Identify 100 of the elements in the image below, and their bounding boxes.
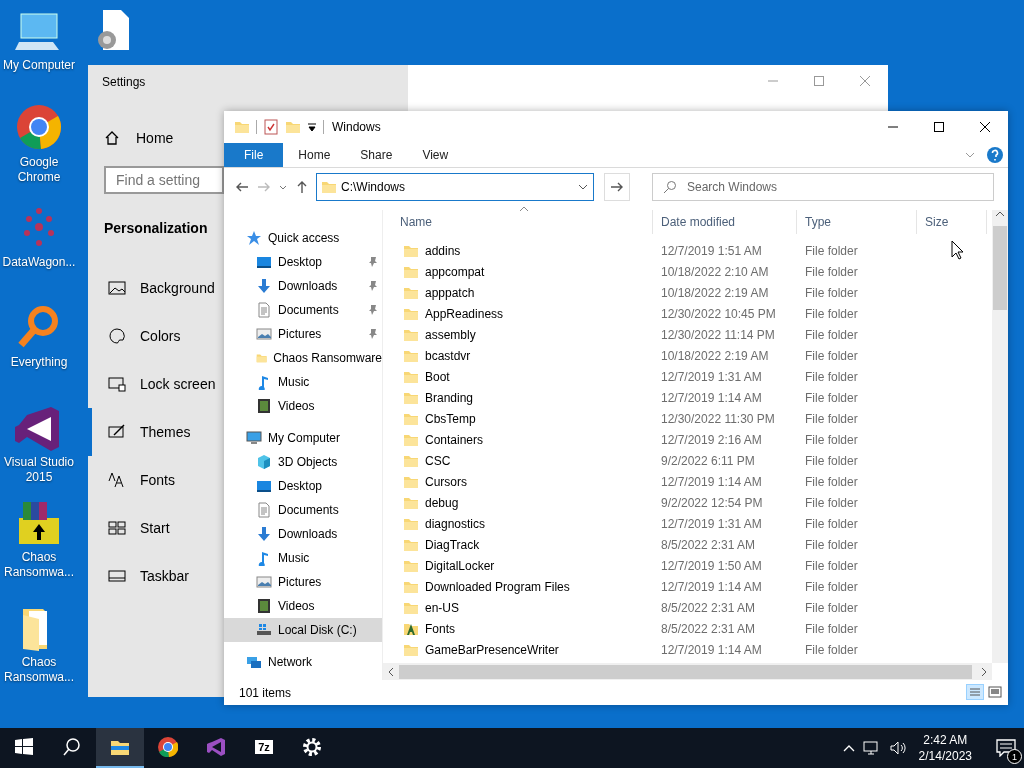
nav-item[interactable]: Desktop (224, 250, 382, 274)
help-icon[interactable] (986, 146, 1004, 164)
window-title: Windows (332, 120, 381, 134)
file-name[interactable]: AppReadiness (383, 305, 653, 322)
column-header[interactable]: Date modified (653, 210, 797, 234)
document-icon (256, 302, 272, 318)
nav-item[interactable]: Local Disk (C:) (224, 618, 382, 642)
ribbon-tab[interactable]: View (407, 143, 464, 167)
file-type: File folder (804, 621, 859, 636)
file-name[interactable]: Branding (383, 389, 653, 406)
nav-item[interactable]: Pictures (224, 570, 382, 594)
file-name[interactable]: Boot (383, 368, 653, 385)
cursor-icon (951, 240, 965, 260)
nav-item[interactable]: 3D Objects (224, 450, 382, 474)
nav-item[interactable]: Music (224, 370, 382, 394)
file-type: File folder (804, 285, 859, 300)
taskbar-button[interactable]: 7z (240, 728, 288, 768)
file-type: File folder (804, 558, 859, 573)
nav-item[interactable]: Network (224, 650, 382, 674)
file-date: 9/2/2022 6:11 PM (660, 453, 756, 468)
search-field[interactable]: Search Windows (652, 173, 994, 201)
document-icon (256, 502, 272, 518)
settings-nav-item[interactable]: Lock screen (88, 360, 224, 408)
file-date: 12/7/2019 1:50 AM (660, 558, 763, 573)
window-title: Settings (101, 74, 147, 91)
ribbon-tab[interactable]: Home (283, 143, 346, 167)
settings-nav-item[interactable]: Fonts (88, 456, 224, 504)
notification-badge: 1 (1007, 749, 1022, 764)
nav-item[interactable]: Desktop (224, 474, 382, 498)
infinity-logo-icon (206, 737, 226, 757)
file-name[interactable]: apppatch (383, 284, 653, 301)
home-link[interactable]: Home (104, 130, 224, 146)
file-name[interactable]: assembly (383, 326, 653, 343)
desktop-icon-label: Google Chrome (16, 155, 62, 185)
ribbon-tab[interactable]: File (224, 143, 284, 167)
file-name[interactable]: Containers (383, 431, 653, 448)
settings-nav-item[interactable]: Background (88, 264, 224, 312)
nav-item[interactable]: Documents (224, 498, 382, 522)
nav-item[interactable]: Pictures (224, 322, 382, 346)
speaker-icon[interactable] (888, 740, 907, 756)
file-date: 8/5/2022 2:31 AM (660, 600, 757, 615)
picture-icon (256, 574, 272, 590)
lock-screen-icon (108, 375, 126, 393)
taskbar-button[interactable] (96, 728, 144, 768)
network-icon[interactable] (862, 740, 881, 756)
file-name[interactable]: Downloaded Program Files (383, 578, 653, 595)
checklist-icon[interactable] (263, 119, 279, 135)
file-type: File folder (804, 474, 859, 489)
large-icons-view-icon[interactable] (986, 684, 1004, 700)
vertical-scrollbar[interactable] (992, 210, 1008, 663)
clock[interactable]: 2:42 AM 2/14/2023 (918, 732, 972, 764)
nav-item[interactable]: Videos (224, 594, 382, 618)
desktop-icon-label: Visual Studio 2015 (3, 455, 75, 485)
column-header[interactable]: Name (383, 210, 653, 234)
nav-item[interactable]: Quick access (224, 226, 382, 250)
file-name[interactable]: Cursors (383, 473, 653, 490)
settings-nav-item[interactable]: Start (88, 504, 224, 552)
nav-item[interactable]: Chaos Ransomware (224, 346, 382, 370)
film-icon (256, 598, 272, 614)
nav-item[interactable]: My Computer (224, 426, 382, 450)
tiles-icon (108, 519, 126, 537)
file-name[interactable]: bcastdvr (383, 347, 653, 364)
file-name[interactable]: DiagTrack (383, 536, 653, 553)
file-name[interactable]: CbsTemp (383, 410, 653, 427)
file-date: 12/7/2019 2:16 AM (660, 432, 763, 447)
file-name[interactable]: DigitalLocker (383, 557, 653, 574)
file-type: File folder (804, 579, 859, 594)
scroll-up-icon[interactable] (995, 210, 1005, 218)
scroll-left-icon[interactable] (387, 666, 395, 677)
file-type: File folder (804, 369, 859, 384)
scrollbar-thumb[interactable] (993, 226, 1007, 310)
horizontal-scrollbar[interactable] (383, 663, 992, 680)
search-field[interactable]: Find a setting (104, 166, 224, 194)
file-type: File folder (804, 495, 859, 510)
file-date: 12/7/2019 1:14 AM (660, 579, 763, 594)
file-name[interactable]: addins (383, 242, 653, 259)
file-name[interactable]: Fonts (383, 620, 653, 637)
file-name[interactable]: diagnostics (383, 515, 653, 532)
nav-item[interactable]: Videos (224, 394, 382, 418)
settings-nav-item[interactable]: Taskbar (88, 552, 224, 600)
nav-item[interactable]: Downloads (224, 274, 382, 298)
file-name[interactable]: GameBarPresenceWriter (383, 641, 653, 658)
nav-item[interactable]: Downloads (224, 522, 382, 546)
column-header[interactable]: Size (917, 210, 987, 234)
file-name[interactable]: debug (383, 494, 653, 511)
ribbon-tab[interactable]: Share (345, 143, 408, 167)
file-name[interactable]: en-US (383, 599, 653, 616)
file-date: 12/7/2019 1:14 AM (660, 642, 763, 657)
palette-icon (108, 327, 126, 345)
file-name[interactable]: CSC (383, 452, 653, 469)
go-arrow-icon[interactable] (610, 180, 624, 194)
nav-item[interactable]: Documents (224, 298, 382, 322)
file-type: File folder (804, 327, 859, 342)
address-field[interactable]: C:\Windows (316, 173, 594, 201)
file-name[interactable]: appcompat (383, 263, 653, 280)
column-header[interactable]: Type (797, 210, 917, 234)
scrollbar-thumb[interactable] (399, 665, 972, 679)
settings-nav-item[interactable]: Colors (88, 312, 224, 360)
nav-item[interactable]: Music (224, 546, 382, 570)
scroll-right-icon[interactable] (980, 666, 988, 677)
